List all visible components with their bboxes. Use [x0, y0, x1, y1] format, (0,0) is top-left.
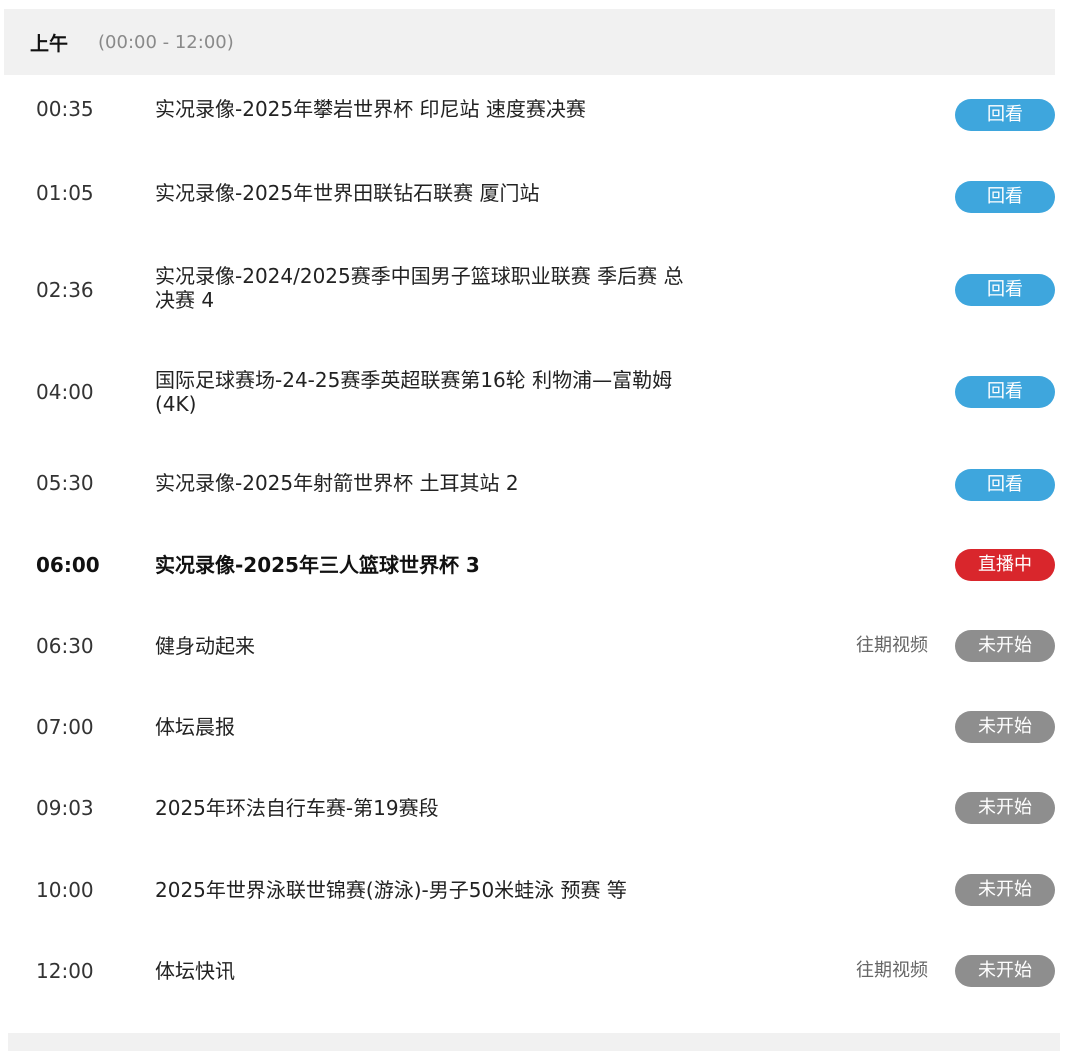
program-time: 06:00 [36, 553, 100, 577]
next-section-header [8, 1033, 1060, 1051]
program-title[interactable]: 实况录像-2025年三人篮球世界杯 3 [155, 553, 700, 577]
replay-button[interactable]: 回看 [955, 181, 1055, 213]
section-header-morning: 上午 (00:00 - 12:00) [4, 9, 1055, 75]
program-time: 07:00 [36, 715, 94, 739]
program-title[interactable]: 体坛快讯 [155, 959, 700, 983]
program-title[interactable]: 健身动起来 [155, 634, 700, 658]
program-title[interactable]: 实况录像-2025年世界田联钻石联赛 厦门站 [155, 181, 700, 205]
program-title[interactable]: 实况录像-2025年射箭世界杯 土耳其站 2 [155, 471, 700, 495]
program-time: 12:00 [36, 959, 94, 983]
program-title[interactable]: 2025年世界泳联世锦赛(游泳)-男子50米蛙泳 预赛 等 [155, 878, 700, 902]
not-started-badge: 未开始 [955, 711, 1055, 743]
replay-button[interactable]: 回看 [955, 469, 1055, 501]
past-videos-link[interactable]: 往期视频 [856, 634, 928, 658]
program-time: 06:30 [36, 634, 94, 658]
replay-button[interactable]: 回看 [955, 99, 1055, 131]
replay-button[interactable]: 回看 [955, 376, 1055, 408]
not-started-badge: 未开始 [955, 955, 1055, 987]
section-title: 上午 [30, 32, 69, 55]
program-title[interactable]: 实况录像-2024/2025赛季中国男子篮球职业联赛 季后赛 总决赛 4 [155, 264, 700, 312]
live-badge[interactable]: 直播中 [955, 549, 1055, 581]
program-title[interactable]: 国际足球赛场-24-25赛季英超联赛第16轮 利物浦—富勒姆(4K) [155, 368, 700, 416]
not-started-badge: 未开始 [955, 630, 1055, 662]
program-time: 05:30 [36, 471, 94, 495]
program-title[interactable]: 2025年环法自行车赛-第19赛段 [155, 796, 700, 820]
not-started-badge: 未开始 [955, 792, 1055, 824]
program-time: 10:00 [36, 878, 94, 902]
section-time-range: (00:00 - 12:00) [98, 31, 234, 53]
program-time: 09:03 [36, 796, 94, 820]
replay-button[interactable]: 回看 [955, 274, 1055, 306]
program-time: 04:00 [36, 380, 94, 404]
past-videos-link[interactable]: 往期视频 [856, 959, 928, 983]
program-time: 00:35 [36, 97, 94, 121]
not-started-badge: 未开始 [955, 874, 1055, 906]
program-title[interactable]: 体坛晨报 [155, 715, 700, 739]
program-time: 02:36 [36, 278, 94, 302]
program-title[interactable]: 实况录像-2025年攀岩世界杯 印尼站 速度赛决赛 [155, 97, 700, 121]
program-time: 01:05 [36, 181, 94, 205]
